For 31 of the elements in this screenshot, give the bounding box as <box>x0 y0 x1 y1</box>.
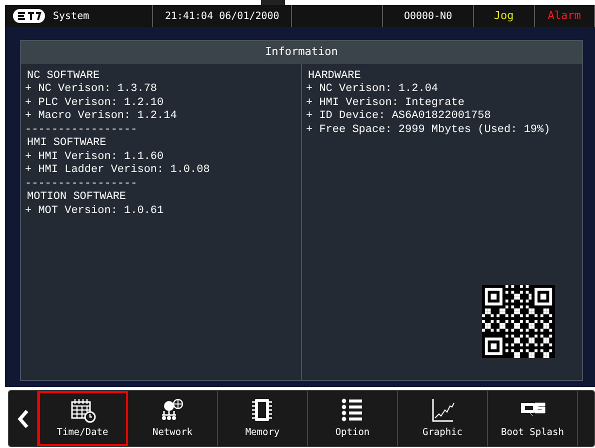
status-text: Alarm <box>548 8 581 24</box>
toolbar-button[interactable]: Option <box>308 391 398 446</box>
toolbar-button[interactable]: Network <box>128 391 218 446</box>
info-line: + PLC Verison: 1.2.10 <box>25 96 164 110</box>
section-heading: MOTION SOFTWARE <box>26 191 126 204</box>
toolbar-button[interactable]: Boot Splash <box>488 391 578 446</box>
separator-line: ----------------- <box>25 124 138 137</box>
date-time: 21:41:04 06/01/2000 <box>164 10 280 24</box>
status-text: Jog <box>494 8 514 24</box>
separator-line: ----------------- <box>25 178 138 191</box>
info-line: + Macro Verison: 1.2.14 <box>25 110 177 124</box>
info-line: + HMI Ladder Verison: 1.0.08 <box>25 164 210 178</box>
info-line: + MOT Version: 1.0.61 <box>25 204 164 218</box>
chevron-left-icon <box>17 408 29 428</box>
info-line: + NC Verison: 1.2.04 <box>306 83 438 96</box>
panel-title: Information <box>21 41 582 64</box>
calendar-clock-icon <box>68 396 96 423</box>
info-line: + ID Device: AS6A01822001758 <box>306 110 491 124</box>
toolbar-button[interactable]: Memory <box>218 391 308 446</box>
top-tab-handle <box>260 0 284 5</box>
section-heading: HMI SOFTWARE <box>26 137 106 150</box>
info-line: + NC Verison: 1.3.78 <box>25 83 158 96</box>
info-line: + Free Space: 2999 Mbytes (Used: 19%) <box>306 124 550 137</box>
section-heading: NC SOFTWARE <box>26 70 100 83</box>
toolbar-button[interactable]: Time/Date <box>38 391 128 446</box>
info-line: + HMI Verison: Integrate <box>306 96 464 110</box>
toolbar-button[interactable]: Graphic <box>398 391 488 446</box>
program-number: O0000-N0 <box>404 10 452 24</box>
section-heading: HARDWARE <box>307 70 361 83</box>
screen-title: System <box>53 10 90 24</box>
info-line: + HMI Verison: 1.1.60 <box>25 150 164 164</box>
